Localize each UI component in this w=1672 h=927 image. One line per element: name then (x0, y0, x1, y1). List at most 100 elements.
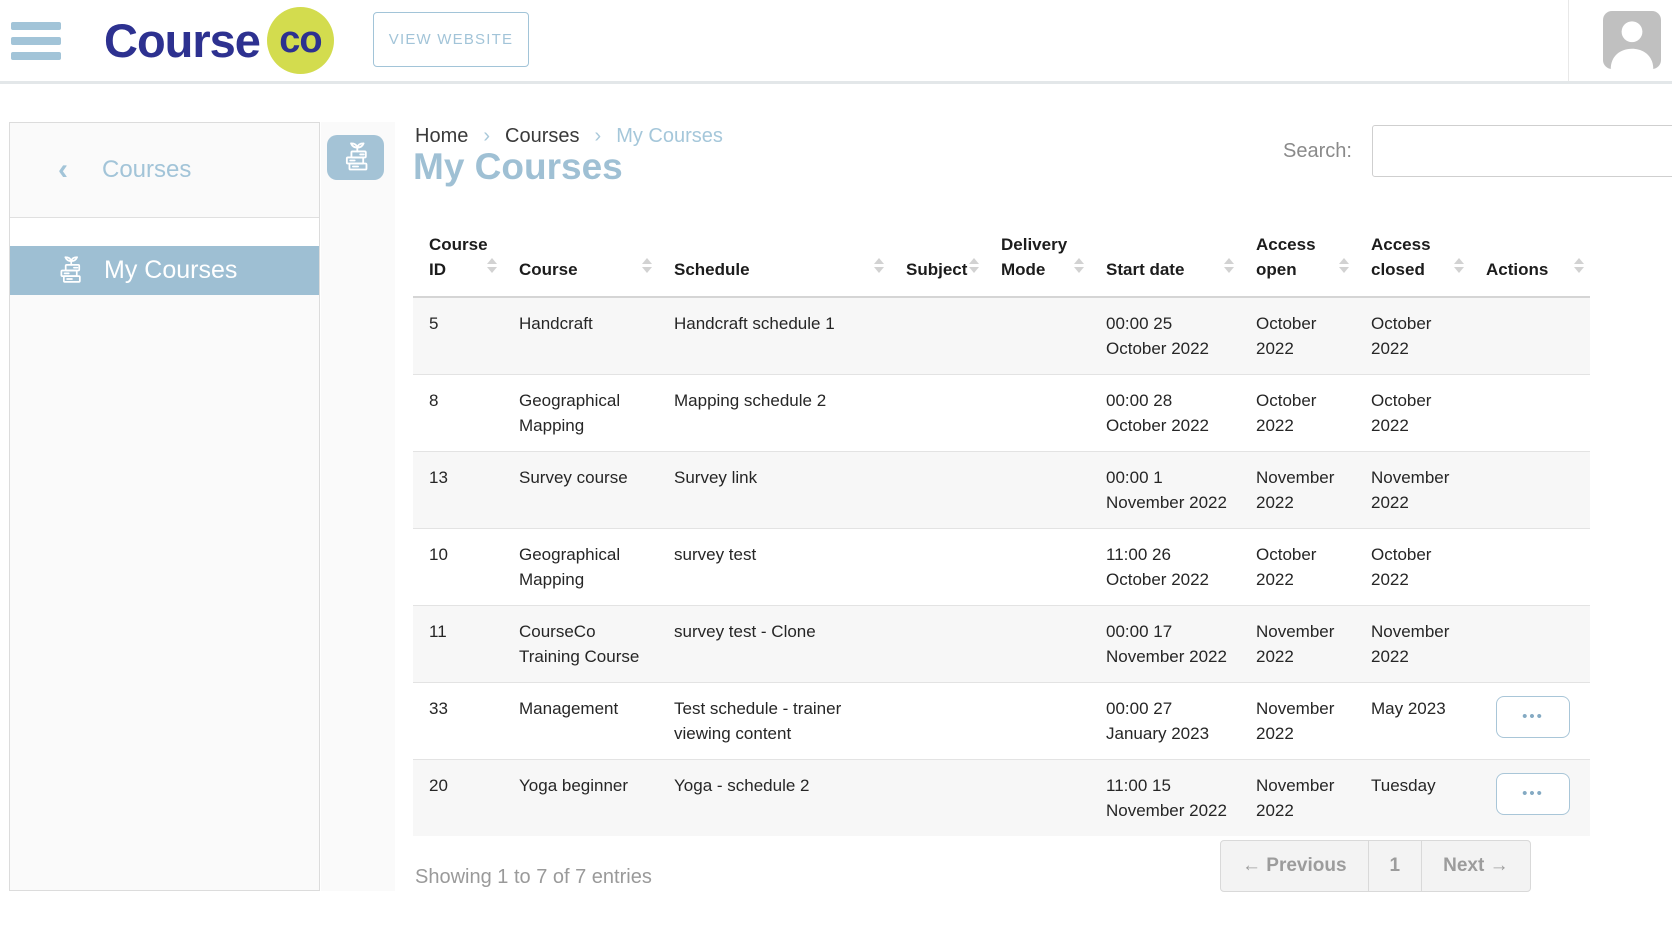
column-header-actions[interactable]: Actions (1470, 222, 1590, 297)
sidebar-back-label: Courses (102, 156, 191, 184)
cell-schedule: Survey link (658, 452, 890, 529)
sidebar-gap (10, 218, 319, 246)
cell-actions (1470, 375, 1590, 452)
cell-actions: ••• (1470, 760, 1590, 837)
cell-course-id: 20 (413, 760, 503, 837)
sort-arrows-icon (1339, 258, 1351, 274)
cell-start-date: 11:00 15 November 2022 (1090, 760, 1240, 837)
sort-arrows-icon (642, 258, 654, 274)
cell-access-open: October 2022 (1240, 297, 1355, 375)
cell-course-id: 13 (413, 452, 503, 529)
column-header-course-id[interactable]: Course ID (413, 222, 503, 297)
books-sprout-icon (339, 141, 373, 175)
cell-schedule: survey test (658, 529, 890, 606)
cell-delivery-mode (985, 375, 1090, 452)
cell-delivery-mode (985, 529, 1090, 606)
sidebar-item-label: My Courses (104, 256, 237, 285)
cell-course-id: 8 (413, 375, 503, 452)
breadcrumb-item-courses[interactable]: Courses (505, 125, 579, 148)
cell-delivery-mode (985, 760, 1090, 837)
sidebar-panel: ‹ Courses My Courses (9, 122, 320, 891)
cell-subject (890, 529, 985, 606)
column-header-access-closed[interactable]: Access closed (1355, 222, 1470, 297)
search-input[interactable] (1372, 125, 1672, 177)
sort-arrows-icon (487, 258, 499, 274)
person-icon (1603, 11, 1661, 69)
cell-course-id: 5 (413, 297, 503, 375)
courses-table: Course ID Course Schedule Subject Delive… (413, 222, 1590, 836)
cell-access-open: November 2022 (1240, 452, 1355, 529)
cell-course: Geographical Mapping (503, 529, 658, 606)
previous-page-button[interactable]: ← Previous (1221, 841, 1368, 891)
row-actions-button[interactable]: ••• (1496, 773, 1570, 815)
cell-access-open: October 2022 (1240, 375, 1355, 452)
cell-access-open: November 2022 (1240, 606, 1355, 683)
search-label: Search: (1283, 140, 1352, 163)
table-row: 5 Handcraft Handcraft schedule 1 00:00 2… (413, 297, 1590, 375)
table-row: 20 Yoga beginner Yoga - schedule 2 11:00… (413, 760, 1590, 837)
table-row: 11 CourseCo Training Course survey test … (413, 606, 1590, 683)
cell-delivery-mode (985, 683, 1090, 760)
next-page-button[interactable]: Next → (1421, 841, 1529, 891)
cell-start-date: 11:00 26 October 2022 (1090, 529, 1240, 606)
cell-access-open: November 2022 (1240, 683, 1355, 760)
cell-course: Management (503, 683, 658, 760)
column-header-course[interactable]: Course (503, 222, 658, 297)
cell-subject (890, 760, 985, 837)
cell-actions (1470, 452, 1590, 529)
cell-start-date: 00:00 17 November 2022 (1090, 606, 1240, 683)
breadcrumb-item-my-courses: My Courses (616, 125, 723, 148)
sidebar-back-courses[interactable]: ‹ Courses (10, 123, 319, 218)
pagination: ← Previous 1 Next → (1220, 840, 1531, 892)
sidebar-item-my-courses[interactable]: My Courses (10, 246, 319, 295)
breadcrumb: Home › Courses › My Courses (415, 125, 723, 148)
sort-arrows-icon (1454, 258, 1466, 274)
table-row: 10 Geographical Mapping survey test 11:0… (413, 529, 1590, 606)
cell-course-id: 10 (413, 529, 503, 606)
cell-course: Handcraft (503, 297, 658, 375)
view-website-button[interactable]: VIEW WEBSITE (373, 12, 529, 67)
cell-access-closed: October 2022 (1355, 297, 1470, 375)
cell-access-closed: May 2023 (1355, 683, 1470, 760)
courses-table-container: Course ID Course Schedule Subject Delive… (413, 222, 1590, 836)
breadcrumb-item-home[interactable]: Home (415, 125, 468, 148)
cell-schedule: Mapping schedule 2 (658, 375, 890, 452)
cell-delivery-mode (985, 452, 1090, 529)
cell-schedule: Yoga - schedule 2 (658, 760, 890, 837)
logo-badge-text: co (279, 19, 321, 62)
column-header-start-date[interactable]: Start date (1090, 222, 1240, 297)
sort-arrows-icon (874, 258, 886, 274)
ellipsis-icon: ••• (1522, 708, 1544, 725)
cell-access-closed: November 2022 (1355, 452, 1470, 529)
cell-course-id: 11 (413, 606, 503, 683)
sort-arrows-icon (1074, 258, 1086, 274)
cell-access-closed: October 2022 (1355, 375, 1470, 452)
cell-access-open: October 2022 (1240, 529, 1355, 606)
courses-menu-toggle-button[interactable] (327, 135, 384, 180)
column-header-delivery-mode[interactable]: Delivery Mode (985, 222, 1090, 297)
column-header-subject[interactable]: Subject (890, 222, 985, 297)
sidebar-gutter (321, 122, 395, 891)
cell-access-closed: November 2022 (1355, 606, 1470, 683)
cell-subject (890, 375, 985, 452)
app-header: Course co VIEW WEBSITE (0, 0, 1672, 84)
page-number-button[interactable]: 1 (1368, 841, 1422, 891)
cell-course-id: 33 (413, 683, 503, 760)
column-header-schedule[interactable]: Schedule (658, 222, 890, 297)
hamburger-menu-icon[interactable] (11, 22, 61, 62)
cell-actions: ••• (1470, 683, 1590, 760)
cell-subject (890, 452, 985, 529)
cell-actions (1470, 529, 1590, 606)
header-divider (1568, 0, 1569, 81)
row-actions-button[interactable]: ••• (1496, 696, 1570, 738)
user-avatar[interactable] (1603, 11, 1661, 69)
logo-text: Course (104, 13, 260, 68)
column-header-access-open[interactable]: Access open (1240, 222, 1355, 297)
cell-start-date: 00:00 25 October 2022 (1090, 297, 1240, 375)
cell-subject (890, 606, 985, 683)
courseco-logo: Course co (104, 0, 334, 81)
table-header-row: Course ID Course Schedule Subject Delive… (413, 222, 1590, 297)
chevron-right-icon: › (483, 125, 490, 148)
sort-arrows-icon (1224, 258, 1236, 274)
chevron-left-icon: ‹ (58, 155, 68, 185)
